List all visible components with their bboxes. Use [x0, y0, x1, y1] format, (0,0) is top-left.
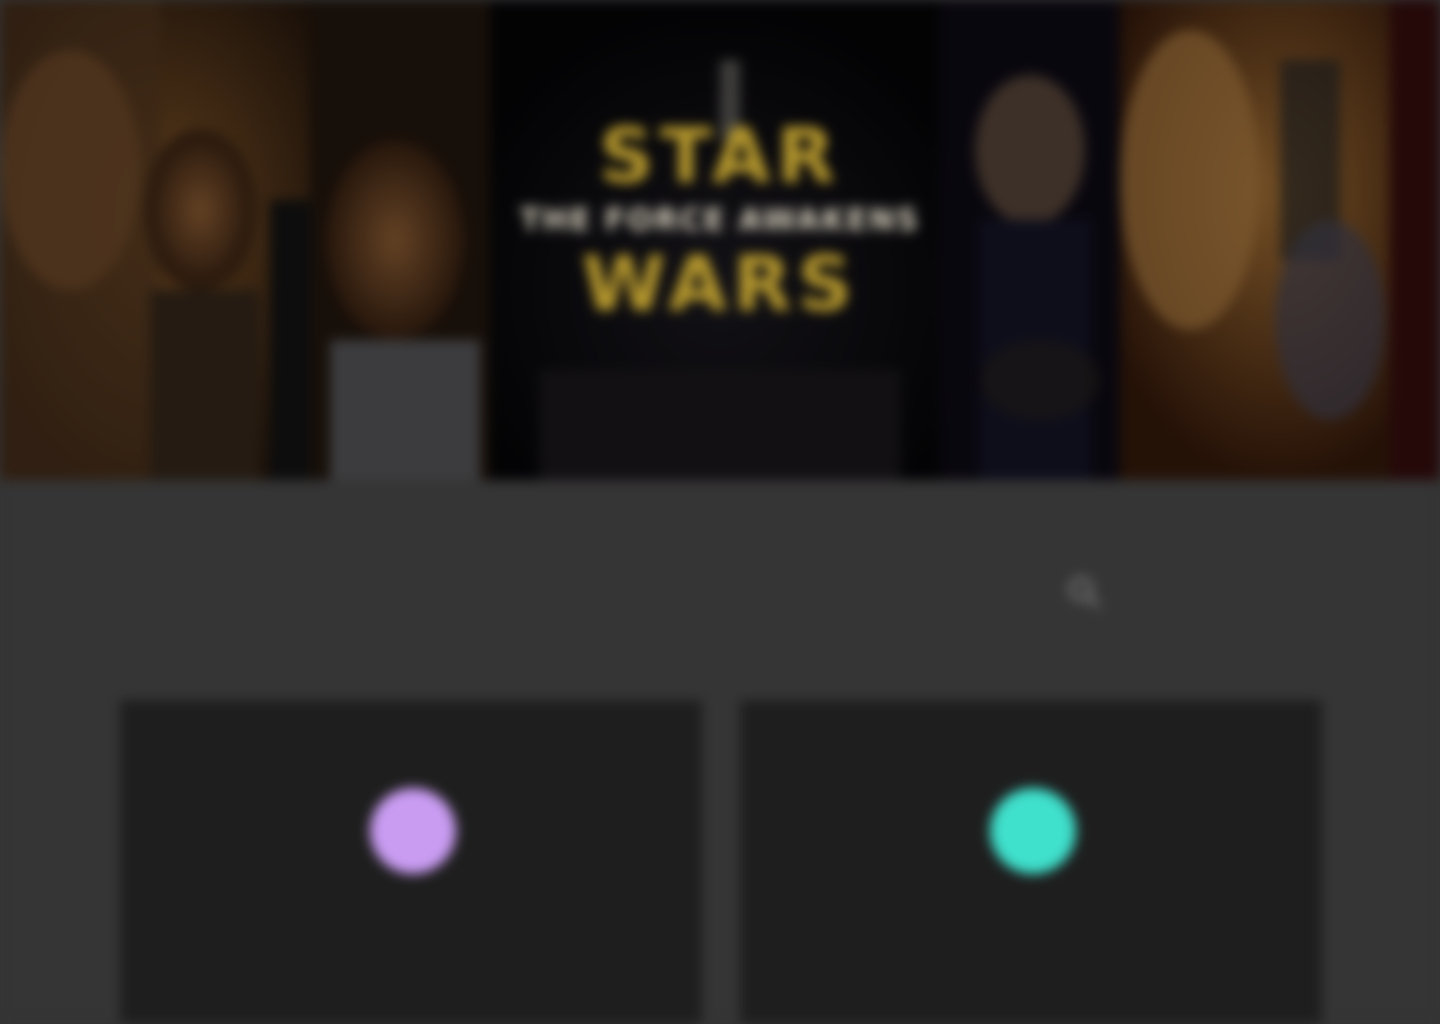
card-grid	[0, 700, 1440, 1024]
search-icon	[1069, 577, 1100, 608]
hero-logo: STAR THE FORCE AWAKENS WARS	[500, 118, 940, 368]
card-item[interactable]	[740, 700, 1322, 1024]
search-button[interactable]	[1064, 572, 1104, 612]
main-content	[0, 480, 1440, 1024]
hero-banner: STAR THE FORCE AWAKENS WARS	[0, 0, 1440, 480]
section-header	[0, 480, 1440, 700]
app-page: STAR THE FORCE AWAKENS WARS	[0, 0, 1440, 1024]
card-accent-dot	[370, 788, 456, 874]
card-accent-dot	[990, 788, 1076, 874]
card-item[interactable]	[120, 700, 702, 1024]
logo-title-bottom: WARS	[581, 239, 859, 328]
logo-title-top: STAR	[598, 111, 842, 200]
logo-subtitle: THE FORCE AWAKENS	[520, 203, 920, 238]
